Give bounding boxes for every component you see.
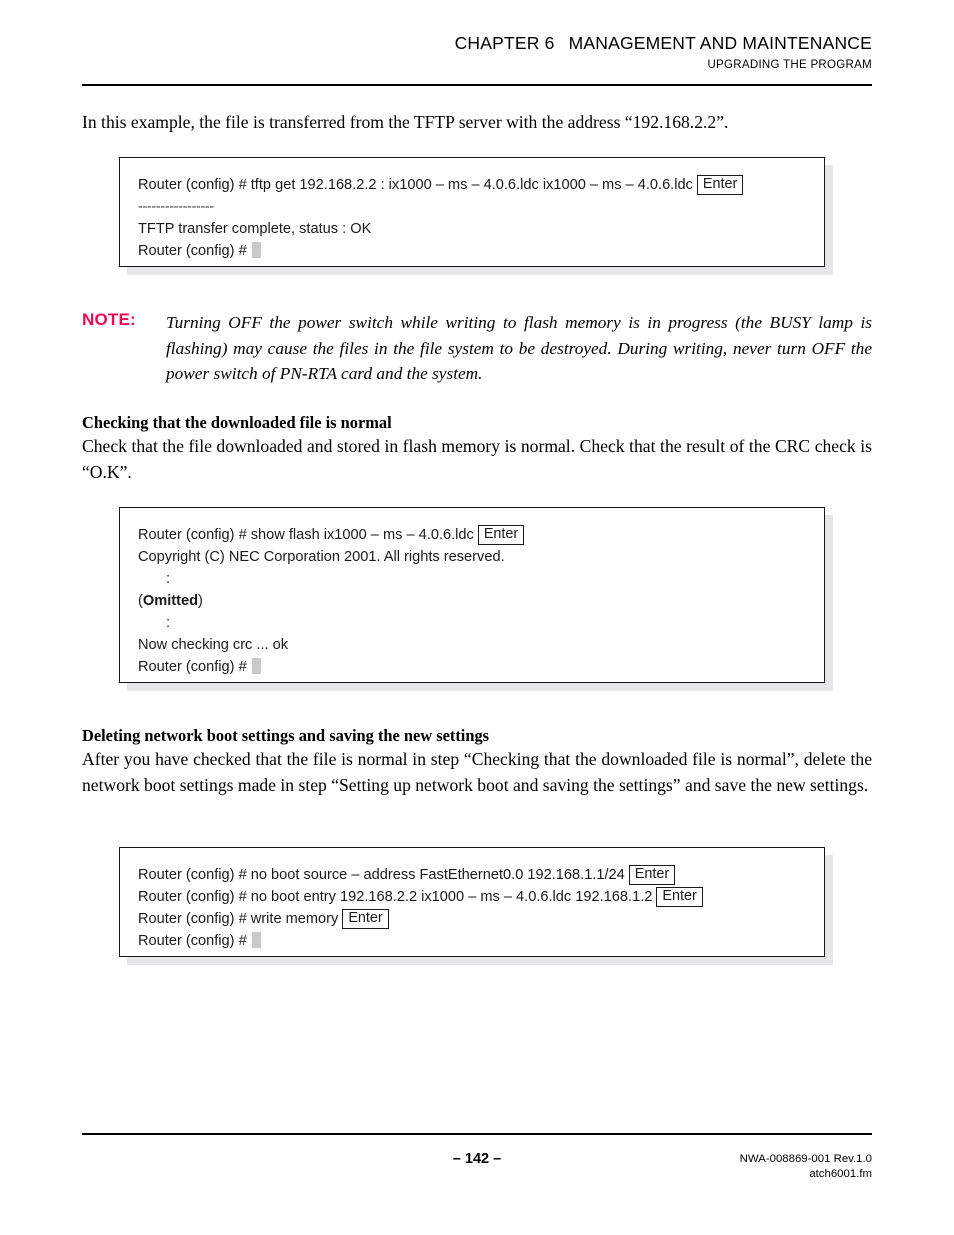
console-omitted-line: (Omitted)	[138, 590, 806, 612]
console-command-text: Router (config) # no boot entry 192.168.…	[138, 889, 653, 905]
console-line: Router (config) # no boot entry 192.168.…	[138, 886, 806, 908]
section-heading-deleting: Deleting network boot settings and savin…	[82, 726, 490, 745]
header-chapter-number: CHAPTER 6	[454, 33, 555, 53]
enter-key[interactable]: Enter	[628, 865, 676, 885]
section-heading-checking: Checking that the downloaded file is nor…	[82, 413, 392, 432]
console-prompt-text: Router (config) #	[138, 659, 247, 675]
header-subtitle: UPGRADING THE PROGRAM	[707, 59, 872, 71]
footer-rule	[82, 1133, 872, 1135]
console-line: Router (config) # tftp get 192.168.2.2 :…	[138, 174, 806, 196]
note-text: Turning OFF the power switch while writi…	[166, 313, 872, 383]
console-separator-line: -----------------	[138, 199, 214, 215]
omitted-label: Omitted	[142, 593, 199, 609]
enter-key[interactable]: Enter	[477, 525, 525, 545]
console-crc-line: Now checking crc ... ok	[138, 637, 289, 653]
enter-key[interactable]: Enter	[696, 175, 744, 195]
console-prompt-line: Router (config) #	[138, 656, 806, 678]
console-status-line: TFTP transfer complete, status : OK	[138, 221, 372, 237]
console-prompt-text: Router (config) #	[138, 243, 247, 259]
console-command-text: Router (config) # show flash ix1000 – ms…	[138, 527, 474, 543]
console-ellipsis-line: :	[166, 615, 171, 631]
footer-doc-id: NWA-008869-001 Rev.1.0	[739, 1153, 872, 1165]
console-prompt-text: Router (config) #	[138, 933, 247, 949]
cursor-block-icon	[251, 658, 261, 674]
header-title: MANAGEMENT AND MAINTENANCE	[568, 33, 872, 53]
console-box-tftp: Router (config) # tftp get 192.168.2.2 :…	[119, 157, 825, 267]
cursor-block-icon	[251, 242, 261, 258]
cursor-block-icon	[251, 932, 261, 948]
section-paragraph-checking: Check that the file downloaded and store…	[82, 436, 872, 482]
document-page: CHAPTER 6 MANAGEMENT AND MAINTENANCE UPGR…	[0, 0, 954, 1235]
console-command-text: Router (config) # no boot source – addre…	[138, 867, 625, 883]
omitted-close-paren: )	[198, 593, 203, 609]
console-command-text: Router (config) # tftp get 192.168.2.2 :…	[138, 177, 693, 193]
note-block: NOTE: Turning OFF the power switch while…	[82, 310, 872, 387]
running-header: CHAPTER 6 MANAGEMENT AND MAINTENANCE UPGR…	[82, 32, 872, 74]
console-box-show-flash: Router (config) # show flash ix1000 – ms…	[119, 507, 825, 683]
enter-key[interactable]: Enter	[656, 887, 703, 907]
note-label: NOTE:	[82, 310, 136, 329]
console-line: Router (config) # write memory Enter	[138, 908, 806, 930]
section-paragraph-deleting: After you have checked that the file is …	[82, 749, 872, 795]
console-copyright-line: Copyright (C) NEC Corporation 2001. All …	[138, 549, 505, 565]
console-prompt-line: Router (config) #	[138, 240, 806, 262]
enter-key[interactable]: Enter	[342, 909, 389, 929]
intro-paragraph: In this example, the file is transferred…	[82, 112, 729, 132]
footer-document-info: NWA-008869-001 Rev.1.0 atch6001.fm	[740, 1152, 872, 1181]
console-prompt-line: Router (config) #	[138, 930, 806, 952]
console-command-text: Router (config) # write memory	[138, 911, 339, 927]
console-box-boot-settings: Router (config) # no boot source – addre…	[119, 847, 825, 957]
console-line: Router (config) # show flash ix1000 – ms…	[138, 524, 806, 546]
header-rule	[82, 84, 872, 86]
footer-file-name: atch6001.fm	[809, 1167, 872, 1180]
console-ellipsis-line: :	[166, 571, 171, 587]
header-chapter-title: CHAPTER 6 MANAGEMENT AND MAINTENANCE	[82, 32, 872, 54]
console-line: Router (config) # no boot source – addre…	[138, 864, 806, 886]
